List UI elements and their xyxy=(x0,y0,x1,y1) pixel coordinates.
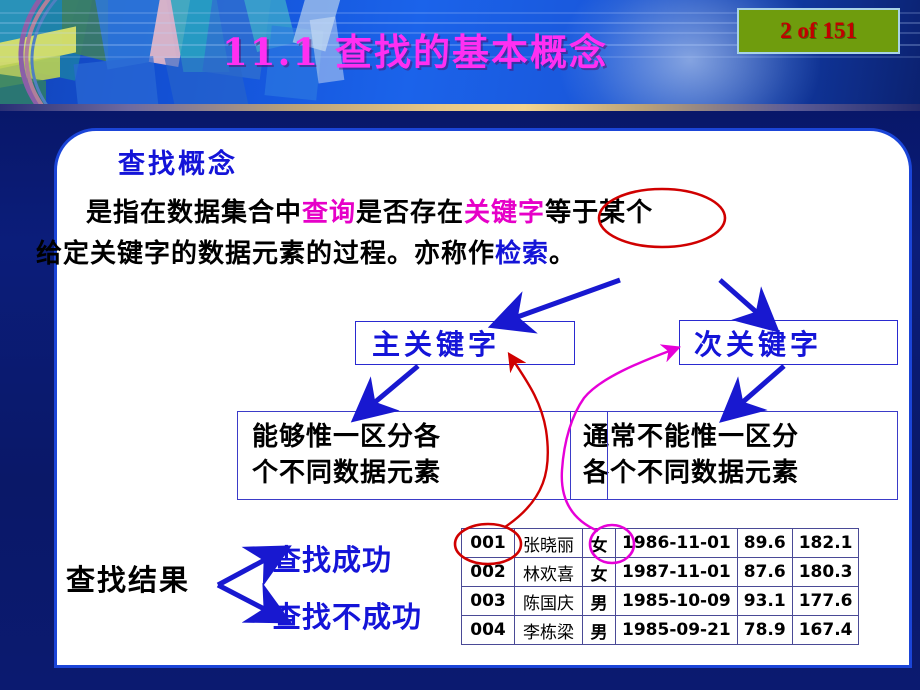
paragraph-text-1: 是指在数据集合中 xyxy=(86,198,303,228)
secondary-desc-line-1: 通常不能惟一区分 xyxy=(583,422,800,452)
record-name-cell: 林欢喜 xyxy=(514,557,583,587)
primary-key-label: 主关键字 xyxy=(372,328,501,361)
search-result-label: 查找结果 xyxy=(66,563,191,597)
keyword-query: 查询 xyxy=(302,198,357,228)
record-sex-cell: 男 xyxy=(582,586,616,616)
paragraph-text-4: 给定关键字的数据元素的过程。亦称作 xyxy=(36,239,496,269)
record-sex-cell: 女 xyxy=(582,557,616,587)
record-height-cell: 180.3 xyxy=(791,557,860,587)
paragraph-text-5: 。 xyxy=(549,239,577,269)
record-birth-cell: 1986-11-01 xyxy=(615,528,738,558)
keyword-keyfield: 关键字 xyxy=(464,198,546,228)
record-birth-cell: 1985-09-21 xyxy=(615,615,738,645)
record-sex-cell: 男 xyxy=(582,615,616,645)
record-name-cell: 陈国庆 xyxy=(514,586,583,616)
concept-paragraph: 是指在数据集合中查询是否存在关键字等于某个给定关键字的数据元素的过程。亦称作检索… xyxy=(36,193,888,275)
page-title: 11.1 查找的基本概念 xyxy=(222,30,608,74)
table-row: 003 陈国庆男 1985-10-09 93.1 177.6 xyxy=(461,586,860,616)
keyword-retrieval: 检索 xyxy=(495,239,550,269)
secondary-key-box: 次关键字 xyxy=(679,320,898,365)
table-row: 004 李栋梁男 1985-09-21 78.9 167.4 xyxy=(461,615,860,645)
section-heading: 查找概念 xyxy=(118,149,238,180)
record-birth-cell: 1985-10-09 xyxy=(615,586,738,616)
primary-desc-line-2: 个不同数据元素 xyxy=(252,458,442,488)
slide: 11.1 查找的基本概念 2 of 151 查找概念 是指在数据集合中查询是否存… xyxy=(0,0,920,690)
primary-key-description-box: 能够惟一区分各 个不同数据元素 xyxy=(237,411,571,500)
record-id-cell: 002 xyxy=(461,557,515,587)
record-id-cell: 004 xyxy=(461,615,515,645)
record-name-cell: 李栋梁 xyxy=(514,615,583,645)
record-score-cell: 87.6 xyxy=(736,557,793,587)
secondary-key-description-box: 通常不能惟一区分 各个不同数据元素 xyxy=(570,411,898,500)
table-row: 001 张晓丽女 1986-11-01 89.6 182.1 xyxy=(461,528,860,558)
result-option-fail: 查找不成功 xyxy=(272,600,423,634)
record-table: 001 张晓丽女 1986-11-01 89.6 182.1 002 林欢喜女 1987-11… xyxy=(461,528,860,645)
record-table-body: 001 张晓丽女 1986-11-01 89.6 182.1 002 林欢喜女 1987-11… xyxy=(461,528,860,645)
secondary-desc-line-2: 各个不同数据元素 xyxy=(583,458,800,488)
slide-counter-badge: 2 of 151 xyxy=(737,8,900,54)
slide-counter-text: 2 of 151 xyxy=(780,18,857,43)
record-sex-cell: 女 xyxy=(582,528,616,558)
record-id-cell: 003 xyxy=(461,586,515,616)
record-name-cell: 张晓丽 xyxy=(514,528,583,558)
record-height-cell: 177.6 xyxy=(791,586,860,616)
record-height-cell: 167.4 xyxy=(791,615,860,645)
header-divider-bar xyxy=(0,104,920,111)
result-option-success: 查找成功 xyxy=(272,543,393,577)
secondary-key-label: 次关键字 xyxy=(694,327,823,361)
record-id-cell: 001 xyxy=(461,528,515,558)
description-inner-divider xyxy=(607,412,608,499)
record-height-cell: 182.1 xyxy=(791,528,860,558)
record-score-cell: 93.1 xyxy=(736,586,793,616)
slide-header: 11.1 查找的基本概念 2 of 151 xyxy=(0,0,920,110)
paragraph-text-3: 等于某个 xyxy=(545,198,654,228)
primary-key-box: 主关键字 xyxy=(355,321,575,365)
primary-desc-line-1: 能够惟一区分各 xyxy=(252,422,442,452)
table-row: 002 林欢喜女 1987-11-01 87.6 180.3 xyxy=(461,557,860,587)
record-score-cell: 89.6 xyxy=(736,528,793,558)
record-score-cell: 78.9 xyxy=(736,615,793,645)
paragraph-text-2: 是否存在 xyxy=(356,198,465,228)
record-birth-cell: 1987-11-01 xyxy=(615,557,738,587)
